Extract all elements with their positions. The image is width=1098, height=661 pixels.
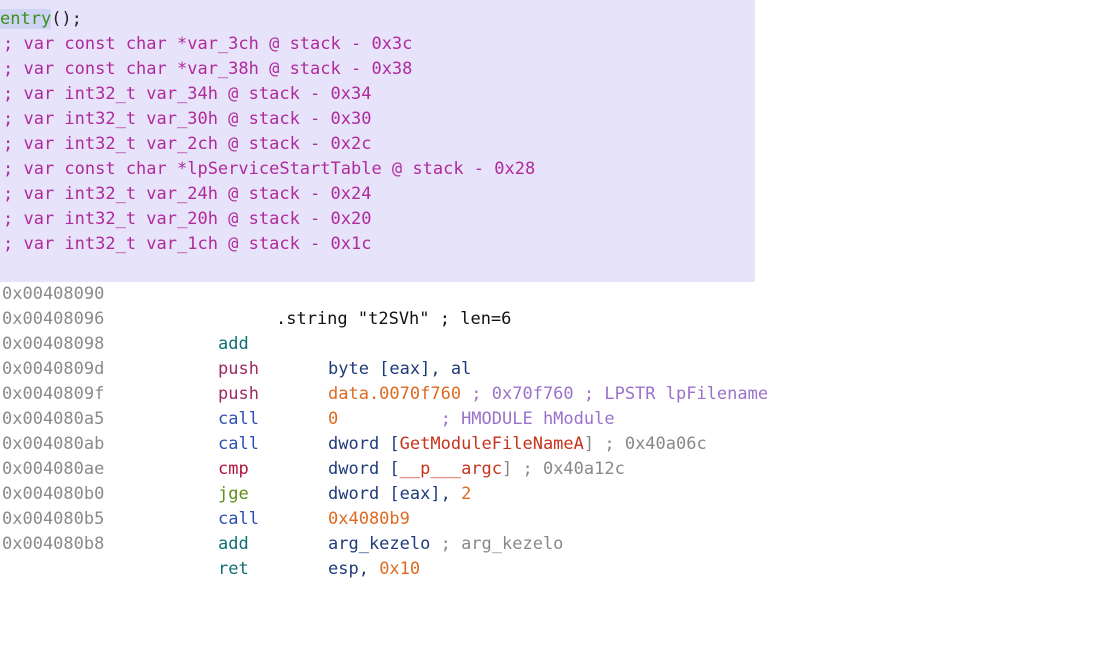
mnemonic: ret [218, 559, 249, 579]
entry-line[interactable]: entry(); [0, 7, 755, 32]
instruction-row[interactable]: 0x004080a5 call dword [__p___argc] ; 0x4… [0, 382, 1098, 479]
var-comment-line: ; var const char *var_38h @ stack - 0x38 [3, 59, 413, 79]
immediate-value: 0x10 [379, 559, 421, 579]
var-comment-line: ; var int32_t var_34h @ stack - 0x34 [3, 84, 372, 104]
instruction-row[interactable]: 0x004080b0 call arg_kezelo ; arg_kezelo [0, 457, 1098, 554]
var-comment-line: ; var const char *var_3ch @ stack - 0x3c [3, 34, 413, 54]
mnemonic: add [218, 534, 249, 554]
call-target[interactable]: arg_kezelo [328, 534, 430, 554]
var-comment-line: ; var int32_t var_30h @ stack - 0x30 [3, 109, 372, 129]
disassembly-listing: entry(); ; var const char *var_3ch @ sta… [0, 0, 1098, 579]
instruction-row[interactable]: 0x004080ae jge 0x4080b9 [0, 432, 1098, 529]
entry-function-name[interactable]: entry [0, 9, 52, 29]
operands: esp, 0x10 [328, 557, 420, 582]
instruction-row[interactable]: 0x004080b5 add esp, 0x10 [0, 482, 1098, 579]
operand: esp, [328, 559, 380, 579]
var-comment-line: ; var int32_t var_1ch @ stack - 0x1c [3, 234, 372, 254]
instruction-row[interactable]: 0x004080b8 ret [0, 507, 1098, 579]
address: 0x004080b8 [2, 534, 105, 554]
var-comment-line: ; var int32_t var_20h @ stack - 0x20 [3, 209, 372, 229]
var-comment-line: ; var int32_t var_2ch @ stack - 0x2c [3, 134, 372, 154]
instruction-row[interactable]: 0x0040809d push 0 ; HMODULE hModule [0, 332, 1098, 429]
operands: arg_kezelo ; arg_kezelo [328, 532, 563, 557]
instruction-row[interactable]: 0x00408098 push data.0070f760 ; 0x70f760… [0, 307, 1098, 404]
instruction-row[interactable]: 0x00408096 add byte [eax], al [0, 282, 1098, 379]
instruction-row[interactable]: 0x004080ab cmp dword [eax], 2 [0, 407, 1098, 504]
entry-parens: (); [51, 9, 82, 29]
operand-comment: ; arg_kezelo [430, 534, 564, 554]
function-header-block: entry(); ; var const char *var_3ch @ sta… [0, 0, 755, 329]
string-line[interactable]: 0x00408090 .string "t2SVh" ; len=6 [0, 257, 755, 329]
instruction-row[interactable]: 0x0040809f call dword [GetModuleFileName… [0, 357, 1098, 454]
var-comment-line: ; var int32_t var_24h @ stack - 0x24 [3, 184, 372, 204]
var-comment-line: ; var const char *lpServiceStartTable @ … [3, 159, 536, 179]
